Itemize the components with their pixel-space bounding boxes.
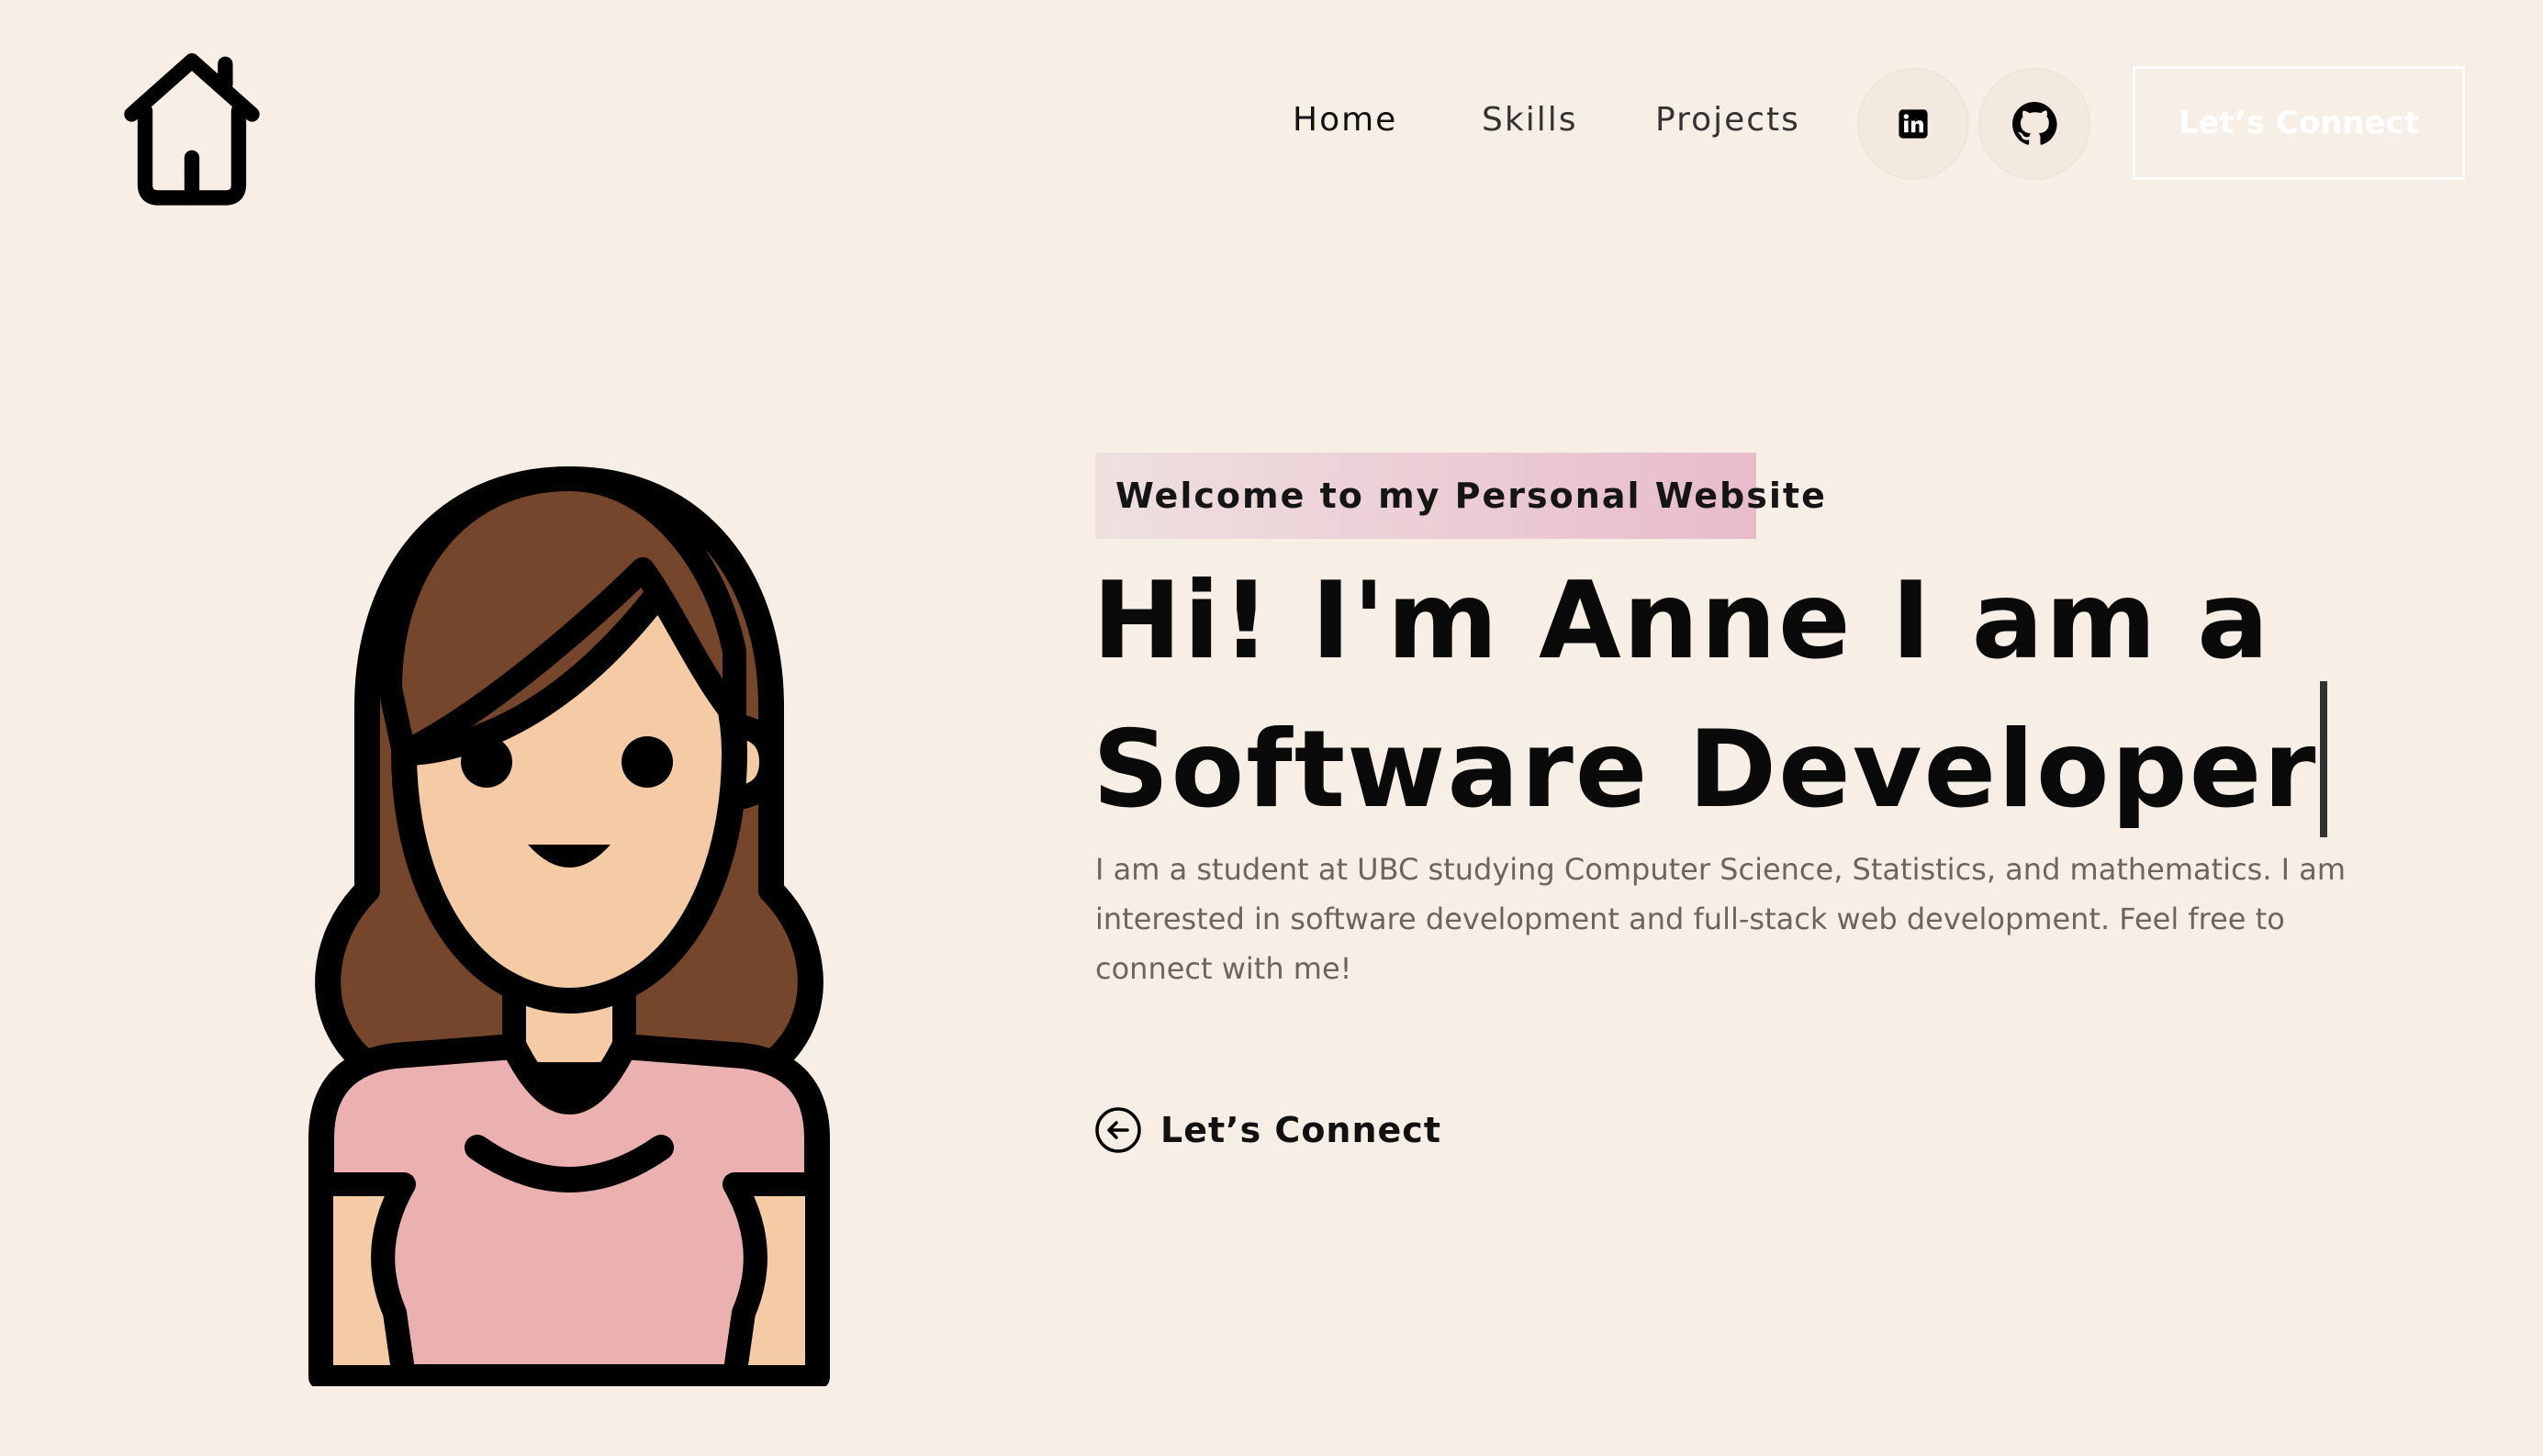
headline-role: Software Developer: [1092, 708, 2318, 832]
typing-cursor: [2319, 681, 2327, 837]
linkedin-icon: [1899, 109, 1928, 139]
lets-connect-label: Let’s Connect: [1160, 1110, 1441, 1150]
nav-connect-button[interactable]: Let’s Connect: [2133, 66, 2465, 180]
github-button[interactable]: [1978, 68, 2090, 180]
nav-link-home[interactable]: Home: [1293, 101, 1397, 139]
avatar-illustration: [303, 459, 835, 1386]
headline-line-2: Software Developer: [1092, 681, 2470, 837]
lets-connect-link[interactable]: Let’s Connect: [1094, 1106, 1441, 1154]
headline-line-1: Hi! I'm Anne I am a: [1092, 559, 2271, 683]
linkedin-button[interactable]: [1857, 68, 1969, 180]
nav-link-projects[interactable]: Projects: [1655, 101, 1800, 139]
nav-link-skills[interactable]: Skills: [1482, 101, 1577, 139]
home-logo-icon[interactable]: [108, 44, 275, 211]
intro-paragraph: I am a student at UBC studying Computer …: [1095, 852, 2347, 986]
github-icon: [2012, 102, 2057, 145]
welcome-tagline: Welcome to my Personal Website: [1095, 453, 1825, 539]
hero-headline: Hi! I'm Anne I am a Software Developer: [1092, 562, 2470, 837]
arrow-left-circle-icon: [1095, 1107, 1141, 1153]
